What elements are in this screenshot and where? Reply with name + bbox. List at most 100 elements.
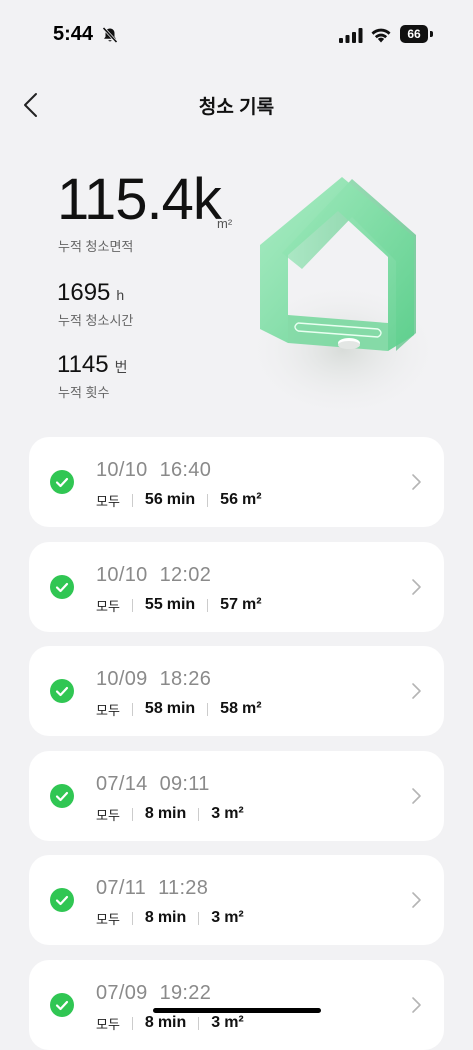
- divider: [207, 702, 209, 716]
- total-count-stat: 1145 번: [57, 351, 128, 379]
- chevron-right-icon: [412, 997, 421, 1013]
- chevron-right-icon: [412, 474, 421, 490]
- record-area: 3 m²: [211, 909, 243, 927]
- record-duration: 55 min: [145, 596, 195, 614]
- wifi-icon: [371, 28, 391, 43]
- record-meta: 모두 8 min 3 m²: [96, 1013, 244, 1033]
- divider: [131, 702, 133, 716]
- chevron-right-icon: [412, 579, 421, 595]
- chevron-right-icon: [412, 788, 421, 804]
- total-time-stat: 1695 h: [57, 279, 124, 307]
- record-time: 16:40: [159, 459, 212, 481]
- record-duration-value: 8: [144, 1014, 154, 1031]
- record-date: 10/10: [96, 564, 148, 586]
- check-circle-icon: [50, 784, 74, 808]
- divider: [131, 807, 133, 821]
- divider: [131, 493, 133, 507]
- check-circle-icon: [50, 470, 74, 494]
- record-mode: 모두: [96, 911, 120, 927]
- battery-tip: [430, 31, 433, 37]
- record-duration-unit: min: [166, 596, 196, 613]
- record-duration-unit: min: [157, 909, 187, 926]
- record-area-unit: m²: [224, 1014, 244, 1031]
- divider: [198, 911, 200, 925]
- record-duration-value: 58: [144, 700, 163, 717]
- record-card[interactable]: 10/10 12:02 모두 55 min 57 m²: [29, 542, 444, 632]
- record-card[interactable]: 10/10 16:40 모두 56 min 56 m²: [29, 437, 444, 527]
- record-date: 10/09: [96, 668, 148, 690]
- record-mode: 모두: [96, 702, 120, 718]
- record-card[interactable]: 07/11 11:28 모두 8 min 3 m²: [29, 855, 444, 945]
- record-mode: 모두: [96, 1016, 120, 1032]
- record-meta: 모두 55 min 57 m²: [96, 595, 262, 615]
- record-area-unit: m²: [241, 700, 262, 717]
- record-duration: 58 min: [145, 700, 195, 718]
- divider: [198, 1016, 200, 1030]
- record-datetime: 10/10 12:02: [96, 564, 211, 587]
- record-area-value: 57: [220, 596, 238, 613]
- record-area-unit: m²: [241, 491, 262, 508]
- total-time-label: 누적 청소시간: [58, 313, 134, 328]
- record-area: 58 m²: [220, 700, 261, 718]
- battery-indicator: 66: [400, 25, 428, 43]
- record-duration-value: 8: [144, 909, 154, 926]
- chevron-right-icon: [412, 892, 421, 908]
- bell-muted-icon: [102, 26, 118, 44]
- record-area: 3 m²: [211, 1014, 243, 1032]
- total-count-unit: 번: [114, 359, 128, 375]
- record-time: 09:11: [159, 773, 210, 795]
- record-datetime: 10/09 18:26: [96, 668, 211, 691]
- record-area-unit: m²: [224, 909, 244, 926]
- divider: [198, 807, 200, 821]
- total-count-label: 누적 횟수: [58, 385, 110, 400]
- divider: [131, 598, 133, 612]
- record-duration: 8 min: [145, 805, 186, 823]
- record-duration-unit: min: [157, 1014, 187, 1031]
- record-duration-unit: min: [157, 805, 187, 822]
- record-duration-unit: min: [166, 491, 196, 508]
- record-time: 11:28: [158, 877, 209, 899]
- record-duration-value: 56: [144, 491, 163, 508]
- record-area-value: 3: [211, 805, 221, 822]
- total-area-unit: m²: [217, 216, 233, 231]
- record-card[interactable]: 10/09 18:26 모두 58 min 58 m²: [29, 646, 444, 736]
- check-circle-icon: [50, 888, 74, 912]
- cellular-signal-icon: [339, 28, 363, 43]
- divider: [207, 598, 209, 612]
- record-mode: 모두: [96, 493, 120, 509]
- record-datetime: 10/10 16:40: [96, 459, 211, 482]
- house-robot-illustration: [243, 177, 443, 420]
- record-time: 12:02: [159, 564, 212, 586]
- home-indicator[interactable]: [153, 1008, 321, 1013]
- check-circle-icon: [50, 575, 74, 599]
- record-date: 07/09: [96, 982, 148, 1004]
- record-area: 3 m²: [211, 805, 243, 823]
- divider: [131, 1016, 133, 1030]
- record-meta: 모두 58 min 58 m²: [96, 699, 262, 719]
- page-title: 청소 기록: [198, 97, 275, 118]
- status-time: 5:44: [53, 23, 94, 45]
- record-area-unit: m²: [241, 596, 262, 613]
- check-circle-icon: [50, 679, 74, 703]
- record-area: 56 m²: [220, 491, 261, 509]
- chevron-right-icon: [412, 683, 421, 699]
- record-card[interactable]: 07/09 19:22 모두 8 min 3 m²: [29, 960, 444, 1050]
- total-time-value: 1695: [57, 279, 111, 306]
- record-duration-value: 8: [144, 805, 154, 822]
- record-card[interactable]: 07/14 09:11 모두 8 min 3 m²: [29, 751, 444, 841]
- record-meta: 모두 8 min 3 m²: [96, 804, 244, 824]
- divider: [131, 911, 133, 925]
- total-count-value: 1145: [57, 351, 109, 378]
- record-duration: 56 min: [145, 491, 195, 509]
- divider: [207, 493, 209, 507]
- record-time: 19:22: [159, 982, 212, 1004]
- record-date: 07/11: [96, 877, 147, 899]
- record-area-value: 3: [211, 1014, 221, 1031]
- record-date: 07/14: [96, 773, 148, 795]
- record-area-unit: m²: [224, 805, 244, 822]
- total-area-label: 누적 청소면적: [58, 239, 134, 254]
- record-area-value: 58: [220, 700, 238, 717]
- record-time: 18:26: [159, 668, 212, 690]
- record-meta: 모두 56 min 56 m²: [96, 490, 262, 510]
- record-area: 57 m²: [220, 596, 261, 614]
